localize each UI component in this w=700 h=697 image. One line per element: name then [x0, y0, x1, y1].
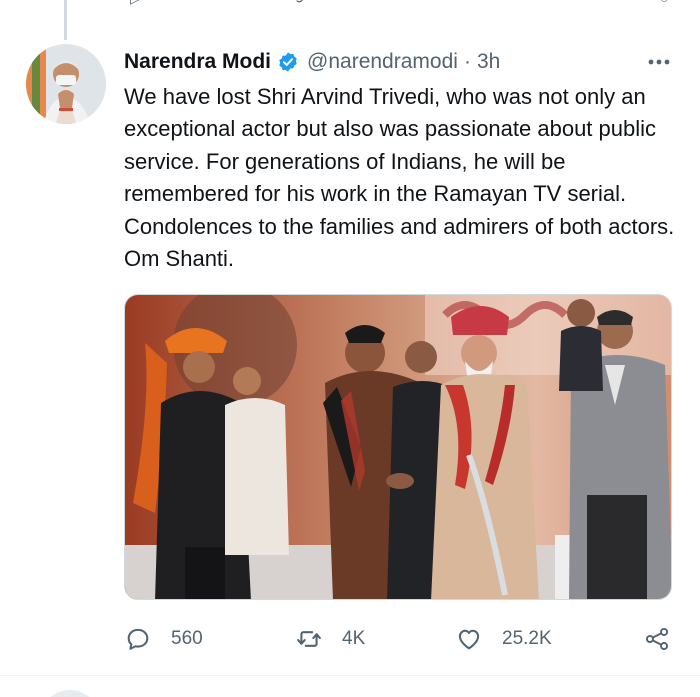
like-count: 25.2K: [502, 628, 552, 649]
reply-button[interactable]: 560: [125, 622, 203, 656]
heart-icon: [458, 629, 480, 650]
share-icon: [645, 627, 669, 651]
reply-icon[interactable]: ▷: [130, 0, 141, 7]
more-options-button[interactable]: [644, 48, 674, 76]
handle[interactable]: @narendramodi: [307, 50, 458, 74]
tweet-action-bar: 560 4K 25.2K: [0, 622, 700, 656]
retweet-button[interactable]: 4K: [296, 622, 365, 656]
thread-line: [64, 0, 67, 40]
retweet-icon[interactable]: ⟲: [292, 0, 304, 7]
more-horizontal-icon: [648, 59, 670, 65]
tweet-text: We have lost Shri Arvind Trivedi, who wa…: [124, 84, 675, 272]
share-button[interactable]: [644, 622, 670, 656]
reply-icon: [127, 628, 149, 650]
tweet-photo[interactable]: [124, 294, 672, 600]
display-name[interactable]: Narendra Modi: [124, 50, 271, 74]
retweet-count: 4K: [342, 628, 366, 649]
like-button[interactable]: 25.2K: [456, 622, 552, 656]
verified-badge-icon: [279, 52, 297, 72]
retweet-icon: [297, 631, 321, 647]
avatar[interactable]: [26, 44, 106, 124]
next-tweet-avatar[interactable]: [40, 690, 100, 697]
photo-illustration: [125, 295, 671, 599]
separator-dot: ·: [463, 50, 471, 73]
timestamp[interactable]: 3h: [477, 50, 500, 74]
tweet-header: Narendra Modi @narendramodi · 3h: [124, 46, 500, 78]
reply-count: 560: [171, 628, 203, 649]
tweet-divider: [0, 675, 700, 676]
previous-tweet-actions: ▷ ⟲ ○: [0, 0, 700, 6]
share-icon[interactable]: ○: [660, 0, 668, 6]
